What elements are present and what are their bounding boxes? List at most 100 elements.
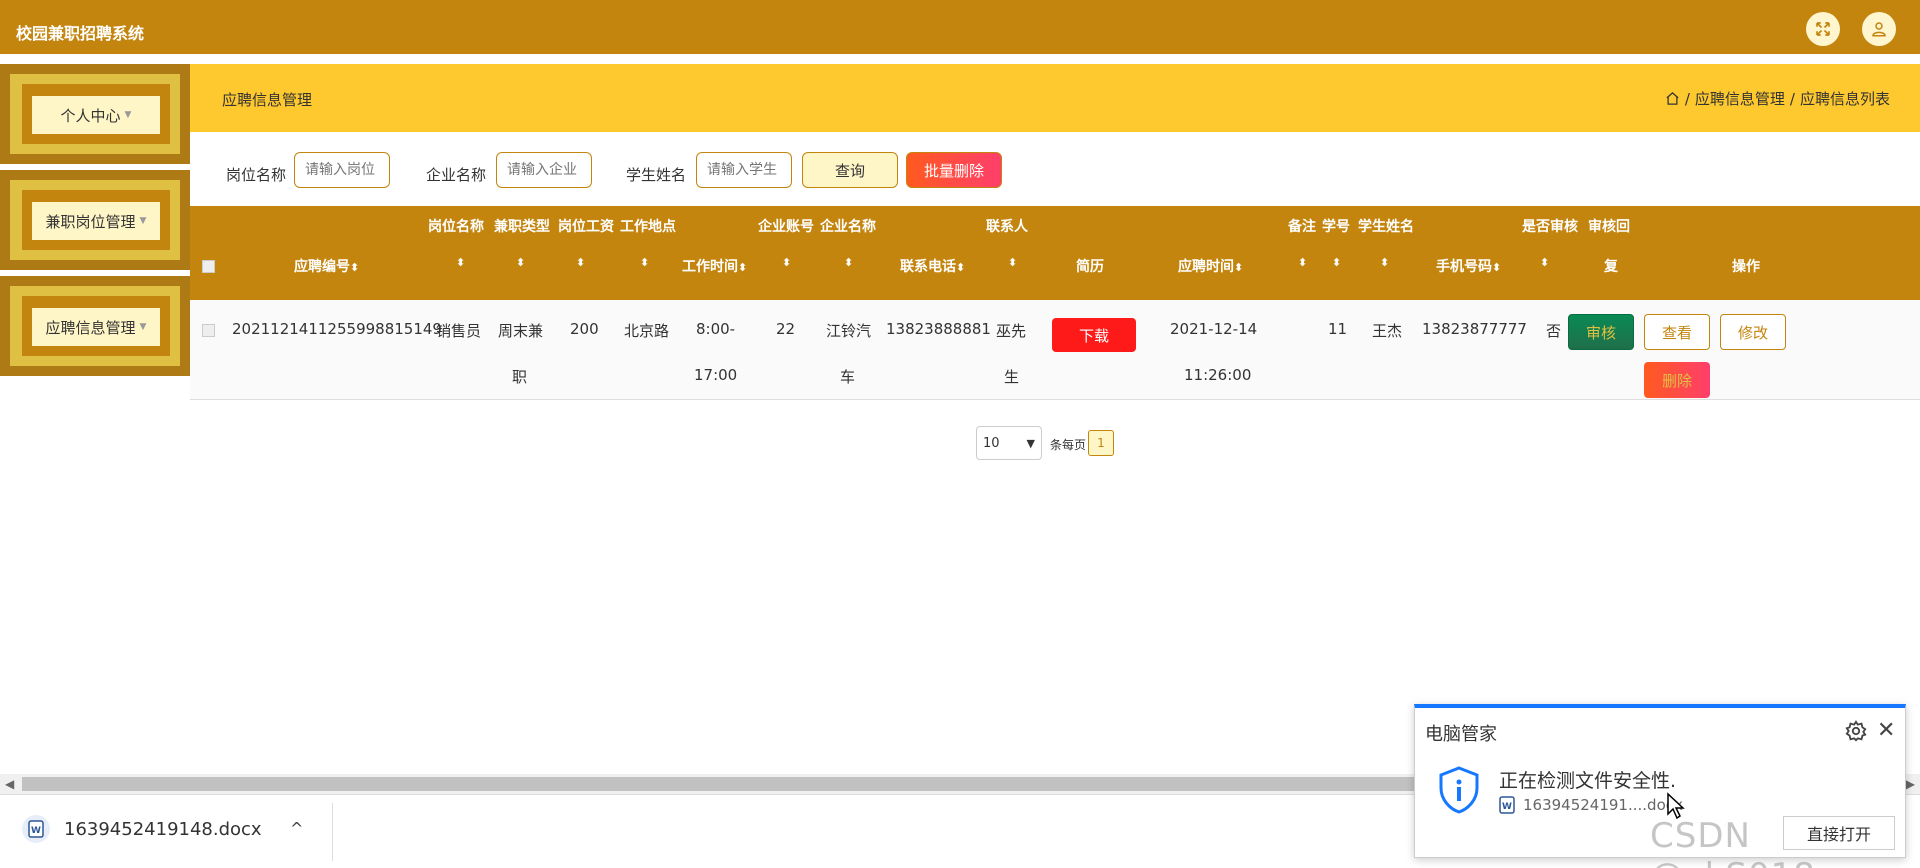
col-job-type[interactable]: 兼职类型 <box>494 216 550 236</box>
fullscreen-icon <box>1816 22 1830 36</box>
cell-mobile: 13823877777 <box>1422 320 1527 338</box>
word-doc-icon: W <box>1499 796 1515 814</box>
col-operations: 操作 <box>1732 259 1760 275</box>
student-name-input[interactable] <box>696 152 792 188</box>
sort-icon[interactable]: ⬍ <box>516 256 525 269</box>
download-divider <box>332 803 333 861</box>
cell-apply-time: 11:26:00 <box>1184 366 1252 384</box>
col-company-name[interactable]: 企业名称 <box>820 216 876 236</box>
view-button[interactable]: 查看 <box>1644 314 1710 350</box>
sidebar-item-label: 应聘信息管理 ▼ <box>32 308 160 346</box>
batch-delete-button[interactable]: 批量删除 <box>906 152 1002 188</box>
col-audited[interactable]: 是否审核 <box>1522 216 1578 236</box>
shield-info-icon <box>1439 766 1479 814</box>
cell-contact-phone: 13823888881 <box>886 320 991 338</box>
col-company-account[interactable]: 企业账号 <box>758 216 814 236</box>
scroll-right-icon[interactable]: ▶ <box>1906 777 1915 791</box>
svg-text:W: W <box>1502 802 1512 812</box>
query-button[interactable]: 查询 <box>802 152 898 188</box>
table-row: 20211214112559988151​49 销售员 周末兼 职 200 北京… <box>190 300 1920 400</box>
company-name-label: 企业名称 <box>426 166 487 184</box>
chevron-up-icon[interactable]: ^ <box>290 819 303 838</box>
table-header: 岗位名称 兼职类型 岗位工资 工作地点 企业账号 企业名称 联系人 备注 学号 … <box>190 206 1920 300</box>
job-name-input[interactable] <box>294 152 390 188</box>
sort-icon[interactable]: ⬍ <box>1008 256 1017 269</box>
word-doc-icon: W <box>22 815 50 843</box>
sort-icon[interactable]: ⬍ <box>782 256 791 269</box>
header-text: 应聘时间 <box>1178 259 1234 275</box>
popup-filename: 16394524191....docx <box>1523 796 1683 814</box>
sidebar: 个人中心 ▼ 兼职岗位管理 ▼ 应聘信息管理 ▼ <box>0 64 190 380</box>
breadcrumb: / 应聘信息管理 / 应聘信息列表 <box>1665 88 1890 109</box>
header-text: 工作时间 <box>682 259 738 275</box>
sort-icon[interactable]: ⬍ <box>456 256 465 269</box>
app-title: 校园兼职招聘系统 <box>16 24 145 43</box>
edit-button[interactable]: 修改 <box>1720 314 1786 350</box>
audit-button[interactable]: 审核 <box>1568 314 1634 350</box>
scroll-left-icon[interactable]: ◀ <box>5 777 14 791</box>
col-contact[interactable]: 联系人 <box>986 216 1028 236</box>
sort-icon[interactable]: ⬍ <box>1332 256 1341 269</box>
sort-icon[interactable]: ⬍ <box>1540 256 1549 269</box>
sidebar-item-application-management[interactable]: 应聘信息管理 ▼ <box>0 276 190 376</box>
col-salary[interactable]: 岗位工资 <box>558 216 614 236</box>
resume-download-button[interactable]: 下载 <box>1052 318 1136 352</box>
chevron-down-icon: ▼ <box>1026 437 1035 450</box>
col-job-name[interactable]: 岗位名称 <box>428 216 484 236</box>
col-student-no[interactable]: 学号 <box>1322 216 1350 236</box>
col-work-time[interactable]: 工作时间⬍ <box>682 256 747 276</box>
col-student-name[interactable]: 学生姓名 <box>1358 216 1414 236</box>
col-remark[interactable]: 备注 <box>1288 216 1316 236</box>
header-bar: 应聘信息管理 / 应聘信息管理 / 应聘信息列表 <box>190 64 1920 132</box>
sidebar-item-personal-center[interactable]: 个人中心 ▼ <box>0 64 190 164</box>
cell-work-time-cont: 17:00 <box>694 366 738 384</box>
gear-icon[interactable] <box>1845 720 1867 742</box>
chevron-down-icon: ▼ <box>124 110 132 120</box>
cell-company-name: 江铃汽 <box>826 322 872 340</box>
user-icon <box>1872 22 1886 37</box>
breadcrumb-separator: / <box>1684 89 1690 108</box>
delete-button[interactable]: 删除 <box>1644 362 1710 398</box>
col-location[interactable]: 工作地点 <box>620 216 676 236</box>
sort-icon: ⬍ <box>1234 261 1244 274</box>
cell-job-type-cont: 职 <box>512 368 528 386</box>
sort-icon[interactable]: ⬍ <box>1380 256 1389 269</box>
sort-icon[interactable]: ⬍ <box>1298 256 1307 269</box>
col-contact-phone[interactable]: 联系电话⬍ <box>900 256 965 276</box>
fullscreen-button[interactable] <box>1806 12 1840 46</box>
top-bar: 校园兼职招聘系统 <box>0 0 1920 57</box>
company-name-input[interactable] <box>496 152 592 188</box>
cell-student-name: 王杰 <box>1372 322 1403 340</box>
page-number-current[interactable]: 1 <box>1088 430 1114 456</box>
download-item[interactable]: W 1639452419148.docx <box>22 815 262 843</box>
select-all-checkbox[interactable] <box>202 260 215 273</box>
row-checkbox[interactable] <box>202 324 215 337</box>
mouse-cursor-icon <box>1667 792 1685 820</box>
breadcrumb-separator: / <box>1789 89 1795 108</box>
header-text: 应聘编号 <box>294 259 350 275</box>
col-apply-time[interactable]: 应聘时间⬍ <box>1178 256 1243 276</box>
page-size-select[interactable]: 10 ▼ <box>976 426 1042 460</box>
sidebar-item-text: 应聘信息管理 <box>45 318 136 337</box>
col-application-id[interactable]: 应聘编号⬍ <box>294 256 359 276</box>
sidebar-item-text: 个人中心 <box>60 106 121 125</box>
page-title: 应聘信息管理 <box>222 91 313 109</box>
close-icon[interactable]: ✕ <box>1877 718 1895 743</box>
sidebar-item-text: 兼职岗位管理 <box>45 212 136 231</box>
col-mobile[interactable]: 手机号码⬍ <box>1436 256 1501 276</box>
breadcrumb-item-application-management[interactable]: 应聘信息管理 <box>1695 88 1785 109</box>
sort-icon: ⬍ <box>1492 261 1502 274</box>
cell-contact: 巫先 <box>996 322 1027 340</box>
col-audit-reply[interactable]: 审核回 <box>1588 216 1630 236</box>
scrollbar-thumb[interactable] <box>22 777 1522 791</box>
sort-icon[interactable]: ⬍ <box>640 256 649 269</box>
sidebar-item-job-management[interactable]: 兼职岗位管理 ▼ <box>0 170 190 270</box>
watermark: CSDN @ckS018 <box>1650 816 1815 868</box>
sort-icon[interactable]: ⬍ <box>844 256 853 269</box>
sort-icon[interactable]: ⬍ <box>576 256 585 269</box>
user-button[interactable] <box>1862 12 1896 46</box>
search-bar: 岗位名称 企业名称 学生姓名 查询 批量删除 <box>190 132 1920 212</box>
header-text: 手机号码 <box>1436 259 1492 275</box>
home-icon[interactable] <box>1665 91 1680 106</box>
chevron-down-icon: ▼ <box>139 216 147 226</box>
